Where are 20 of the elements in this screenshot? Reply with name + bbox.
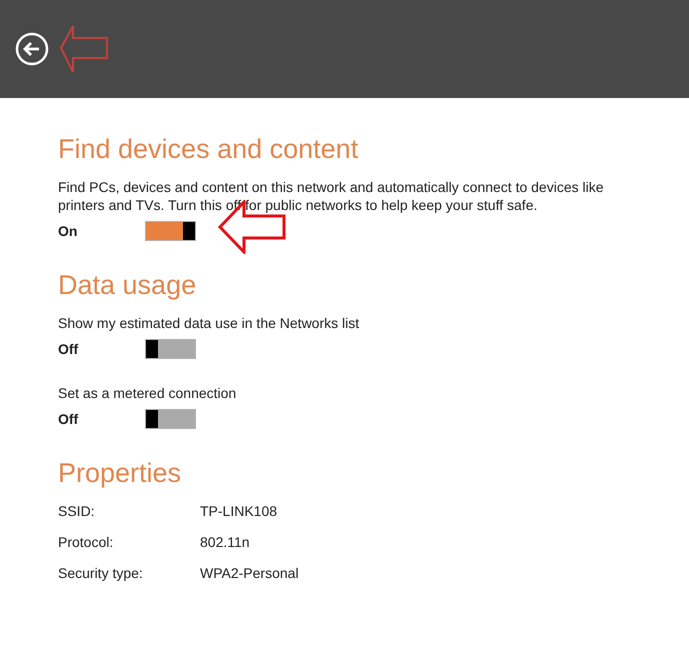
property-label: Protocol: bbox=[58, 533, 114, 551]
back-button[interactable] bbox=[15, 32, 49, 66]
section-heading: Properties bbox=[58, 457, 182, 490]
toggle-switch[interactable] bbox=[145, 409, 196, 429]
arrow-annotation-icon bbox=[59, 24, 109, 74]
section-heading: Find devices and content bbox=[58, 133, 360, 166]
toggle-state-label: Off bbox=[58, 410, 80, 428]
toggle-state-label: On bbox=[58, 222, 78, 240]
property-value: TP-LINK108 bbox=[200, 502, 278, 520]
property-label: SSID: bbox=[58, 502, 96, 520]
setting-description: Show my estimated data use in the Networks list bbox=[58, 314, 360, 332]
section-heading: Data usage bbox=[58, 269, 198, 302]
property-value: WPA2-Personal bbox=[200, 564, 299, 582]
property-label: Security type: bbox=[58, 564, 144, 582]
toggle-switch[interactable] bbox=[145, 221, 196, 241]
setting-description: Set as a metered connection bbox=[58, 384, 238, 402]
toggle-state-label: Off bbox=[58, 340, 80, 358]
toggle-switch[interactable] bbox=[145, 339, 196, 359]
property-value: 802.11n bbox=[200, 533, 250, 551]
back-icon bbox=[15, 32, 49, 66]
